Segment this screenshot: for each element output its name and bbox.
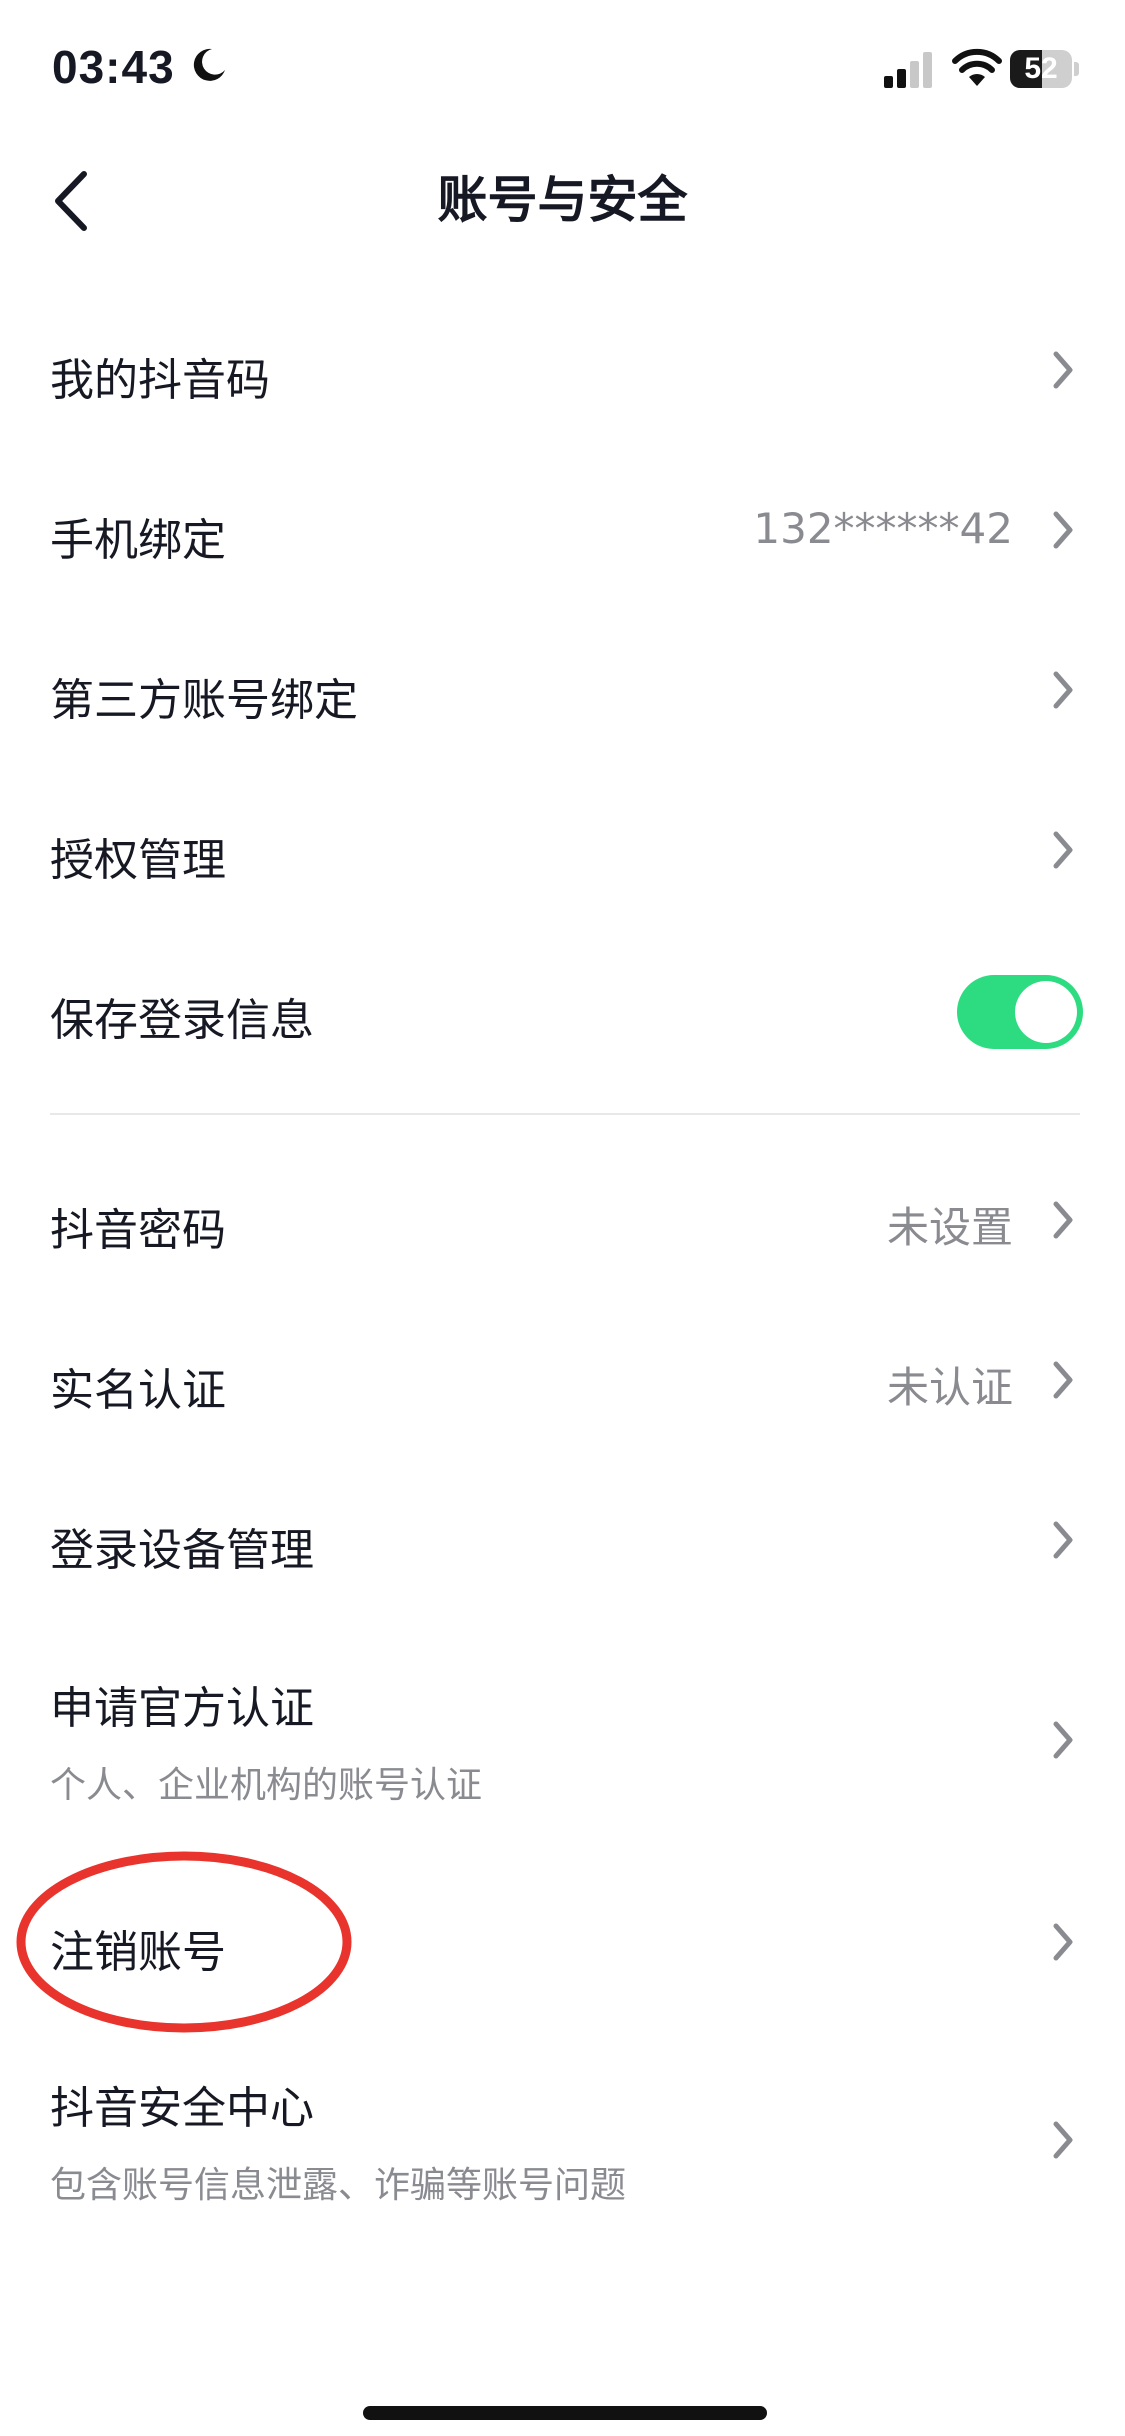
phone-number-value: 132******42 xyxy=(753,504,1013,553)
toggle-knob xyxy=(1015,981,1077,1043)
battery-percent: 52 xyxy=(1024,52,1058,85)
list-item-phone-binding[interactable]: 手机绑定 132******42 xyxy=(0,460,1125,600)
row-label: 第三方账号绑定 xyxy=(50,675,358,726)
chevron-right-icon xyxy=(1053,1201,1073,1239)
chevron-right-icon xyxy=(1053,2121,1073,2159)
chevron-right-icon xyxy=(1053,1521,1073,1559)
row-label: 实名认证 xyxy=(50,1365,226,1416)
cellular-signal-icon xyxy=(884,52,932,88)
wifi-icon xyxy=(952,48,1002,86)
moon-icon xyxy=(193,48,225,81)
highlight-circle-annotation xyxy=(16,1851,352,2033)
list-item-login-devices[interactable]: 登录设备管理 xyxy=(0,1470,1125,1610)
home-indicator[interactable] xyxy=(363,2406,767,2420)
row-label: 申请官方认证 xyxy=(50,1683,314,1734)
battery-indicator: 52 xyxy=(1010,50,1080,88)
list-item-douyin-code[interactable]: 我的抖音码 xyxy=(0,300,1125,440)
list-item-authorization[interactable]: 授权管理 xyxy=(0,780,1125,920)
status-time: 03:43 xyxy=(52,41,175,93)
verification-status: 未认证 xyxy=(886,1363,1013,1412)
list-item-official-verification[interactable]: 申请官方认证 个人、企业机构的账号认证 xyxy=(0,1630,1125,1840)
section-divider xyxy=(50,1113,1080,1115)
row-label: 保存登录信息 xyxy=(50,995,314,1046)
list-item-real-name[interactable]: 实名认证 未认证 xyxy=(0,1310,1125,1450)
chevron-right-icon xyxy=(1053,1361,1073,1399)
password-status: 未设置 xyxy=(886,1203,1013,1252)
row-label: 抖音密码 xyxy=(50,1205,226,1256)
save-login-toggle[interactable] xyxy=(957,975,1083,1049)
row-label: 登录设备管理 xyxy=(50,1525,314,1576)
row-label: 授权管理 xyxy=(50,835,226,886)
row-subtitle: 包含账号信息泄露、诈骗等账号问题 xyxy=(50,2165,627,2206)
chevron-right-icon xyxy=(1053,351,1073,389)
row-label: 手机绑定 xyxy=(50,515,226,566)
row-label: 抖音安全中心 xyxy=(50,2083,314,2134)
list-item-security-center[interactable]: 抖音安全中心 包含账号信息泄露、诈骗等账号问题 xyxy=(0,2030,1125,2240)
page-title: 账号与安全 xyxy=(437,171,688,229)
chevron-right-icon xyxy=(1053,671,1073,709)
chevron-right-icon xyxy=(1053,1923,1073,1961)
list-item-third-party-binding[interactable]: 第三方账号绑定 xyxy=(0,620,1125,760)
list-item-douyin-password[interactable]: 抖音密码 未设置 xyxy=(0,1150,1125,1290)
nav-header: 账号与安全 xyxy=(0,140,1125,260)
chevron-right-icon xyxy=(1053,831,1073,869)
row-subtitle: 个人、企业机构的账号认证 xyxy=(50,1765,483,1806)
chevron-right-icon xyxy=(1053,1721,1073,1759)
chevron-right-icon xyxy=(1053,511,1073,549)
status-bar: 03:43 52 xyxy=(0,0,1125,140)
row-label: 我的抖音码 xyxy=(50,355,270,406)
